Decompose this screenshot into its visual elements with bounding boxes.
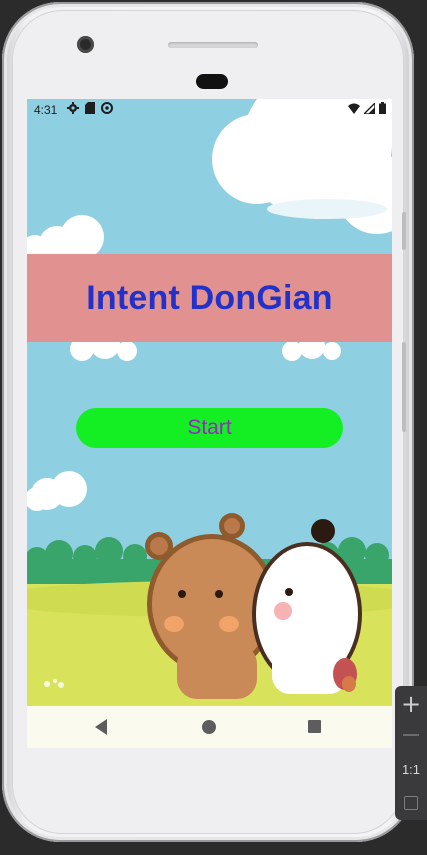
fit-screen-icon[interactable] xyxy=(404,796,418,810)
speaker-grille xyxy=(168,42,258,48)
background-illustration xyxy=(27,99,392,706)
settings-icon xyxy=(67,102,79,114)
status-time: 4:31 xyxy=(34,103,58,117)
device-screen: 4:31 Intent DonGian Start xyxy=(27,99,392,748)
title-banner: Intent DonGian xyxy=(27,254,392,342)
actual-size-button[interactable]: 1:1 xyxy=(395,762,427,777)
status-icons-left xyxy=(67,102,113,114)
emulator-stage: 4:31 Intent DonGian Start + 1:1 xyxy=(0,0,427,855)
status-bar: 4:31 xyxy=(27,99,392,121)
front-camera-icon xyxy=(77,36,94,53)
start-button-label: Start xyxy=(187,416,232,439)
power-button[interactable] xyxy=(402,212,406,250)
recents-icon[interactable] xyxy=(308,720,321,733)
app-title: Intent DonGian xyxy=(86,278,333,317)
earpiece-icon xyxy=(196,74,228,89)
cellular-signal-icon xyxy=(364,102,375,114)
sd-card-icon xyxy=(85,102,95,114)
wifi-icon xyxy=(348,103,360,114)
zoom-in-button[interactable]: + xyxy=(395,690,427,718)
battery-icon xyxy=(379,102,386,114)
volume-button[interactable] xyxy=(402,342,406,432)
sync-icon xyxy=(101,102,113,114)
emulator-zoom-toolbar: + 1:1 xyxy=(395,686,427,820)
home-icon[interactable] xyxy=(202,720,216,734)
back-icon[interactable] xyxy=(95,719,107,735)
navigation-bar xyxy=(27,706,392,748)
status-icons-right xyxy=(348,102,386,114)
start-button[interactable]: Start xyxy=(76,408,343,448)
zoom-out-button[interactable] xyxy=(403,734,419,736)
